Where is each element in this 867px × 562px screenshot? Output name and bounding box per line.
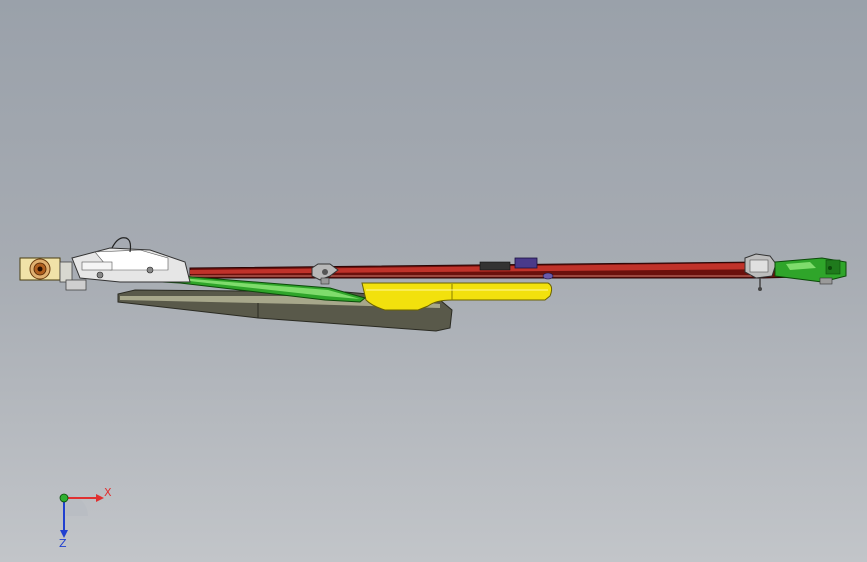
- right-green-endcap[interactable]: [774, 257, 847, 285]
- x-axis-label: X: [104, 486, 112, 499]
- coordinate-triad[interactable]: X Z: [40, 478, 120, 550]
- left-drive-housing[interactable]: [19, 237, 191, 291]
- right-end-housing[interactable]: [744, 253, 777, 291]
- y-axis-dot: [59, 493, 69, 503]
- cad-assembly-model[interactable]: [0, 0, 867, 562]
- x-axis-arrow: [96, 494, 104, 502]
- yellow-slide[interactable]: [361, 282, 553, 311]
- cad-viewport[interactable]: X Z: [0, 0, 867, 562]
- z-axis-label: Z: [59, 537, 67, 548]
